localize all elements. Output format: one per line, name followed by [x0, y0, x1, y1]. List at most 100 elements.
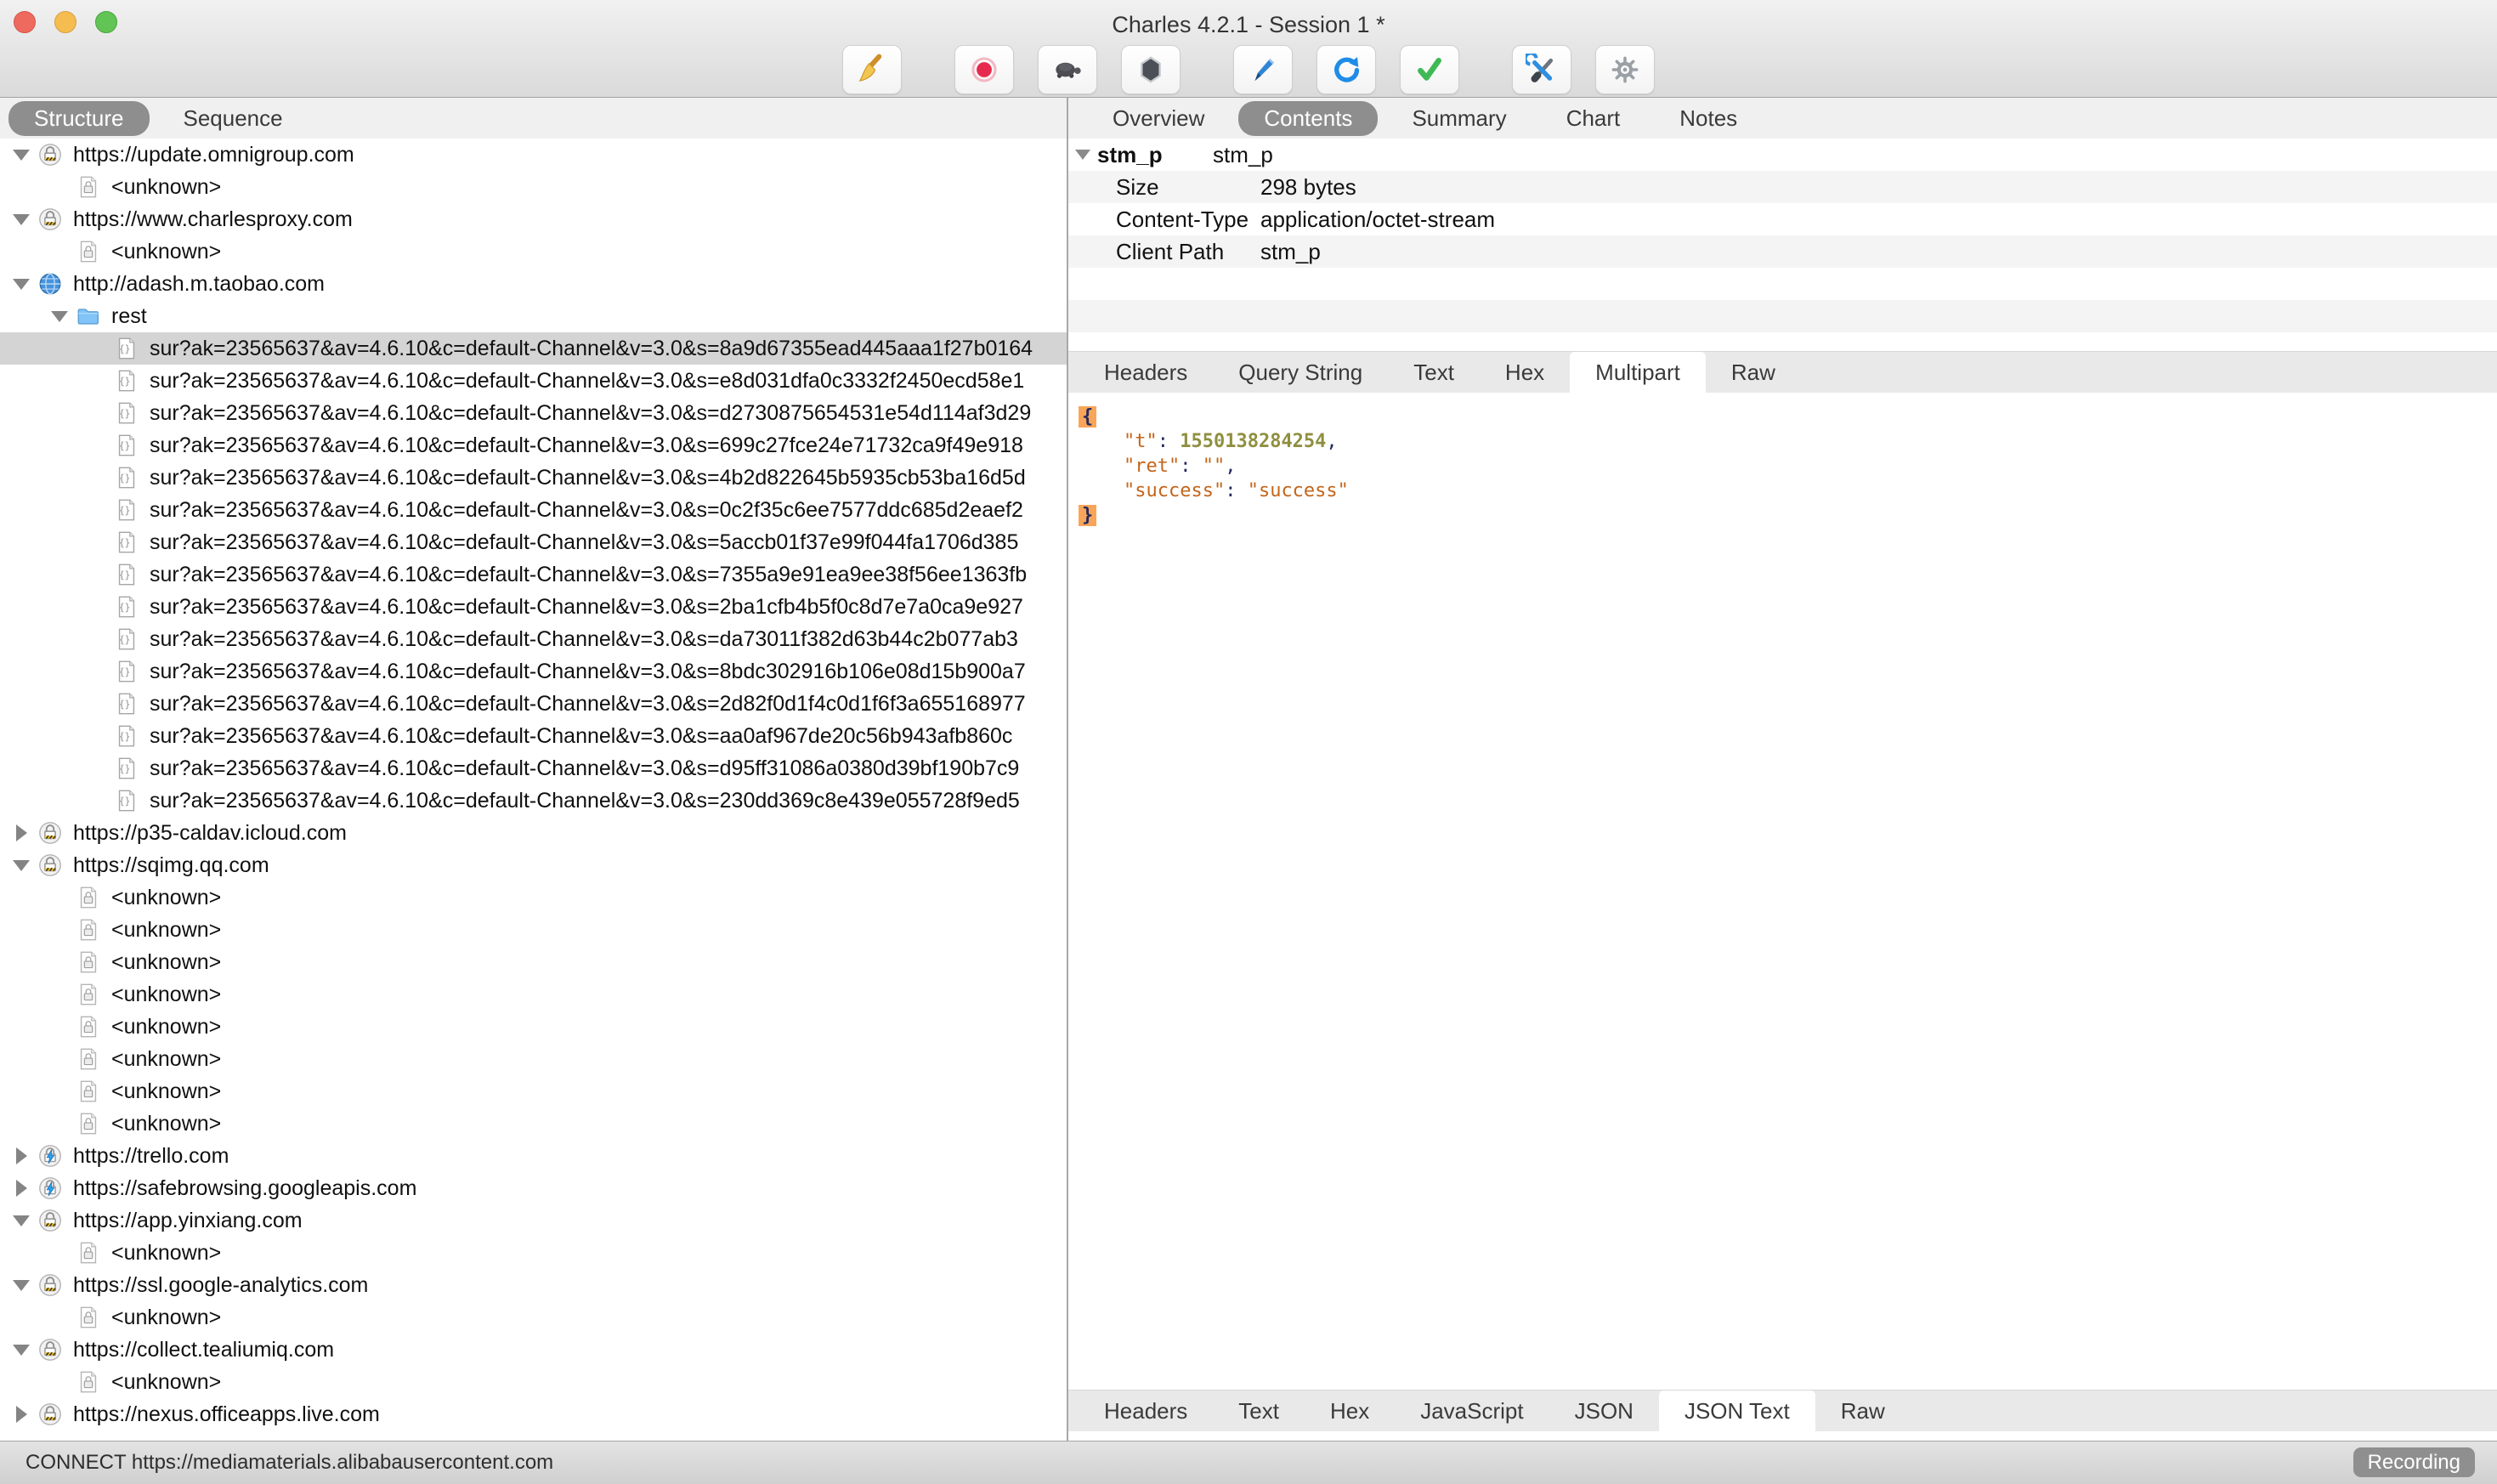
tree-row[interactable]: sur?ak=23565637&av=4.6.10&c=default-Chan… [0, 526, 1067, 558]
repeat-button[interactable] [1316, 45, 1376, 94]
tree-row[interactable]: sur?ak=23565637&av=4.6.10&c=default-Chan… [0, 623, 1067, 655]
tree-row[interactable]: sur?ak=23565637&av=4.6.10&c=default-Chan… [0, 655, 1067, 688]
tree-row[interactable]: <unknown> [0, 946, 1067, 978]
tab-contents[interactable]: Contents [1238, 101, 1378, 136]
tab-notes[interactable]: Notes [1654, 101, 1763, 136]
unknown-request-icon [76, 1046, 101, 1072]
compose-button[interactable] [1233, 45, 1293, 94]
request-tab-raw[interactable]: Raw [1706, 352, 1801, 393]
tree-row[interactable]: https://www.charlesproxy.com [0, 203, 1067, 235]
expander-right-icon[interactable] [8, 824, 34, 841]
tree-row[interactable]: sur?ak=23565637&av=4.6.10&c=default-Chan… [0, 720, 1067, 752]
unknown-request-icon [76, 917, 101, 943]
expander-down-icon[interactable] [8, 279, 34, 290]
response-tab-headers[interactable]: Headers [1079, 1391, 1213, 1431]
tab-overview[interactable]: Overview [1087, 101, 1230, 136]
expander-down-icon[interactable] [8, 1280, 34, 1291]
ssl-host-icon [37, 207, 63, 232]
expander-down-icon[interactable] [8, 1215, 34, 1226]
response-tab-javascript[interactable]: JavaScript [1395, 1391, 1549, 1431]
tree-row[interactable]: <unknown> [0, 235, 1067, 268]
tree-row[interactable]: https://nexus.officeapps.live.com [0, 1398, 1067, 1430]
broom-icon [856, 54, 888, 86]
field-value: stm_p [1213, 142, 2497, 168]
tree-row[interactable]: <unknown> [0, 1237, 1067, 1269]
tree-row[interactable]: sur?ak=23565637&av=4.6.10&c=default-Chan… [0, 784, 1067, 817]
expander-down-icon[interactable] [1068, 150, 1097, 160]
tree-row[interactable]: https://app.yinxiang.com [0, 1204, 1067, 1237]
tools-icon [1526, 54, 1558, 86]
tree-label: <unknown> [111, 1370, 221, 1395]
tree-row[interactable]: <unknown> [0, 1107, 1067, 1140]
tree-row[interactable]: https://safebrowsing.googleapis.com [0, 1172, 1067, 1204]
table-row[interactable]: Client Pathstm_p [1068, 235, 2497, 268]
tree-row[interactable]: sur?ak=23565637&av=4.6.10&c=default-Chan… [0, 462, 1067, 494]
validate-button[interactable] [1400, 45, 1459, 94]
json-text-view[interactable]: { "t": 1550138284254, "ret": "", "succes… [1068, 393, 2497, 1391]
expander-down-icon[interactable] [8, 860, 34, 871]
expander-down-icon[interactable] [8, 150, 34, 161]
response-tab-raw[interactable]: Raw [1815, 1391, 1911, 1431]
request-tab-multipart[interactable]: Multipart [1570, 352, 1706, 393]
host-tree[interactable]: https://update.omnigroup.com<unknown>htt… [0, 139, 1067, 1442]
tree-row[interactable]: <unknown> [0, 1011, 1067, 1043]
table-row[interactable]: Content-Typeapplication/octet-stream [1068, 203, 2497, 235]
tab-summary[interactable]: Summary [1386, 101, 1532, 136]
tree-row[interactable]: <unknown> [0, 1043, 1067, 1075]
expander-right-icon[interactable] [8, 1147, 34, 1164]
response-tab-json[interactable]: JSON [1549, 1391, 1659, 1431]
settings-button[interactable] [1595, 45, 1655, 94]
tree-row[interactable]: <unknown> [0, 1075, 1067, 1107]
tree-row[interactable]: https://collect.tealiumiq.com [0, 1334, 1067, 1366]
clear-session-button[interactable] [842, 45, 902, 94]
table-row[interactable]: Size298 bytes [1068, 171, 2497, 203]
tab-chart[interactable]: Chart [1541, 101, 1646, 136]
tree-row[interactable]: sur?ak=23565637&av=4.6.10&c=default-Chan… [0, 365, 1067, 397]
titlebar[interactable]: Charles 4.2.1 - Session 1 * [0, 0, 2497, 44]
tree-row[interactable]: sur?ak=23565637&av=4.6.10&c=default-Chan… [0, 558, 1067, 591]
request-tab-hex[interactable]: Hex [1480, 352, 1570, 393]
tree-row[interactable]: sur?ak=23565637&av=4.6.10&c=default-Chan… [0, 429, 1067, 462]
expander-down-icon[interactable] [8, 1345, 34, 1356]
throttling-button[interactable] [1038, 45, 1097, 94]
tree-row[interactable]: sur?ak=23565637&av=4.6.10&c=default-Chan… [0, 332, 1067, 365]
tree-row[interactable]: https://trello.com [0, 1140, 1067, 1172]
tools-button[interactable] [1512, 45, 1571, 94]
ssl-host-icon [37, 1402, 63, 1427]
tree-row[interactable]: https://update.omnigroup.com [0, 139, 1067, 171]
tree-label: <unknown> [111, 886, 221, 910]
tree-row[interactable]: <unknown> [0, 914, 1067, 946]
tree-row[interactable]: sur?ak=23565637&av=4.6.10&c=default-Chan… [0, 397, 1067, 429]
tree-label: <unknown> [111, 1079, 221, 1104]
expander-down-icon[interactable] [47, 311, 72, 322]
expander-right-icon[interactable] [8, 1180, 34, 1197]
tree-row[interactable]: <unknown> [0, 881, 1067, 914]
tree-row[interactable]: https://ssl.google-analytics.com [0, 1269, 1067, 1301]
response-tab-json-text[interactable]: JSON Text [1659, 1391, 1815, 1431]
record-button[interactable] [954, 45, 1014, 94]
breakpoints-button[interactable] [1121, 45, 1181, 94]
tree-row[interactable]: <unknown> [0, 978, 1067, 1011]
tree-row[interactable]: sur?ak=23565637&av=4.6.10&c=default-Chan… [0, 688, 1067, 720]
request-tab-query-string[interactable]: Query String [1213, 352, 1388, 393]
request-tab-text[interactable]: Text [1388, 352, 1480, 393]
tree-row[interactable]: sur?ak=23565637&av=4.6.10&c=default-Chan… [0, 494, 1067, 526]
tree-row[interactable]: <unknown> [0, 1366, 1067, 1398]
response-tab-text[interactable]: Text [1213, 1391, 1305, 1431]
tree-label: <unknown> [111, 1015, 221, 1039]
tree-row[interactable]: https://sqimg.qq.com [0, 849, 1067, 881]
tab-structure[interactable]: Structure [8, 101, 150, 136]
tree-row[interactable]: <unknown> [0, 171, 1067, 203]
expander-right-icon[interactable] [8, 1406, 34, 1423]
tree-row[interactable]: rest [0, 300, 1067, 332]
tab-sequence[interactable]: Sequence [158, 101, 309, 136]
tree-row[interactable]: http://adash.m.taobao.com [0, 268, 1067, 300]
tree-row[interactable]: sur?ak=23565637&av=4.6.10&c=default-Chan… [0, 752, 1067, 784]
tree-row[interactable]: <unknown> [0, 1301, 1067, 1334]
tree-row[interactable]: https://p35-caldav.icloud.com [0, 817, 1067, 849]
tree-row[interactable]: sur?ak=23565637&av=4.6.10&c=default-Chan… [0, 591, 1067, 623]
table-row[interactable]: stm_pstm_p [1068, 139, 2497, 171]
response-tab-hex[interactable]: Hex [1305, 1391, 1395, 1431]
expander-down-icon[interactable] [8, 214, 34, 225]
request-tab-headers[interactable]: Headers [1079, 352, 1213, 393]
